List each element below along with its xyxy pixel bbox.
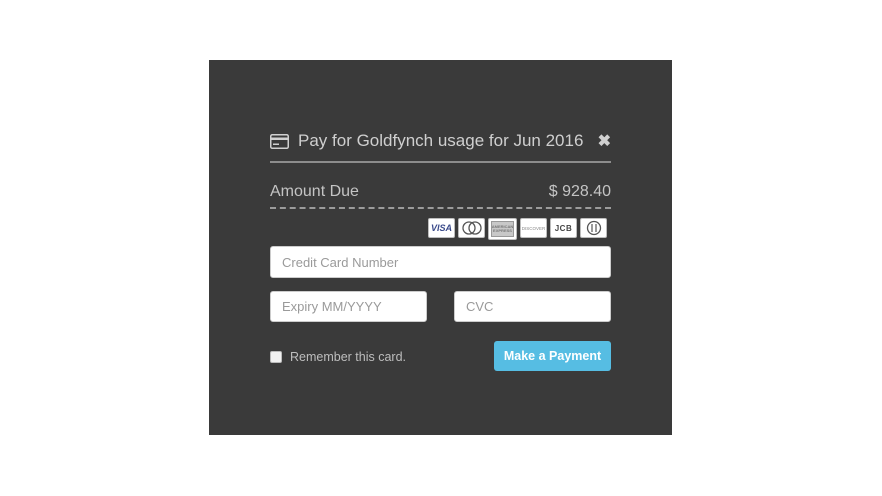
jcb-logo: JCB: [550, 218, 577, 238]
amount-due-label: Amount Due: [270, 183, 359, 200]
discover-logo: DISCOVER: [520, 218, 547, 238]
remember-card-label: Remember this card.: [290, 350, 407, 364]
remember-card-checkbox[interactable]: [270, 351, 282, 363]
amount-due-value: $ 928.40: [548, 183, 611, 200]
expiry-input[interactable]: [270, 291, 427, 322]
amex-logo: AMERICAN EXPRESS: [488, 218, 517, 240]
remember-card-option[interactable]: Remember this card.: [270, 350, 406, 364]
visa-logo: VISA: [428, 218, 455, 238]
modal-header: Pay for Goldfynch usage for Jun 2016 ✖: [270, 131, 611, 163]
credit-card-icon: [270, 134, 289, 149]
mastercard-logo: [458, 218, 485, 238]
payment-modal: Pay for Goldfynch usage for Jun 2016 ✖ A…: [209, 60, 672, 435]
modal-title: Pay for Goldfynch usage for Jun 2016: [298, 131, 584, 150]
close-icon[interactable]: ✖: [598, 131, 611, 151]
amount-due-row: Amount Due $ 928.40: [270, 182, 611, 209]
cvc-input[interactable]: [454, 291, 611, 322]
diners-logo: [580, 218, 607, 238]
card-number-input[interactable]: [270, 246, 611, 278]
make-payment-button[interactable]: Make a Payment: [494, 341, 611, 371]
card-logos: VISA AMERICAN EXPRESS DISCOVER JCB: [428, 218, 607, 240]
